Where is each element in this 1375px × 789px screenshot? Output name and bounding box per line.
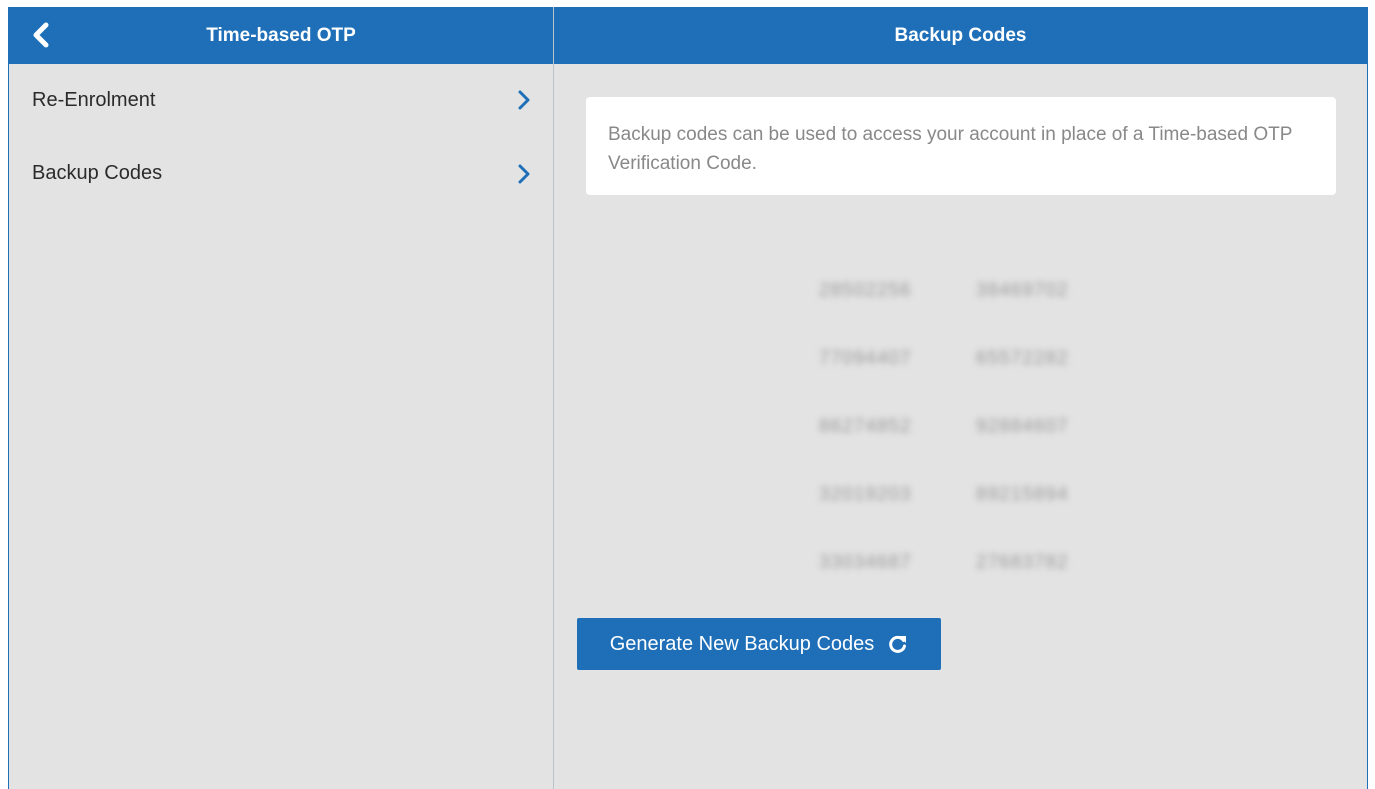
- menu-header: Time-based OTP: [9, 7, 553, 64]
- menu-item-label: Backup Codes: [32, 162, 163, 184]
- info-text: Backup codes can be used to access your …: [608, 124, 1293, 174]
- refresh-icon: [889, 635, 907, 653]
- backup-code: 32019203: [819, 484, 912, 505]
- chevron-right-icon: [518, 90, 530, 110]
- backup-code: 28502256: [819, 280, 912, 301]
- backup-code: 92884607: [976, 416, 1069, 437]
- backup-code: 65572282: [976, 348, 1069, 369]
- menu-title: Time-based OTP: [206, 24, 356, 46]
- backup-codes-pane: Backup Codes Backup codes can be used to…: [554, 7, 1367, 789]
- back-button[interactable]: [26, 20, 56, 50]
- chevron-right-icon: [518, 164, 530, 183]
- backup-code: 33034687: [819, 552, 912, 573]
- page-title: Backup Codes: [894, 24, 1027, 46]
- menu-item-re-enrolment[interactable]: Re-Enrolment: [9, 64, 553, 136]
- backup-code: 38469702: [976, 280, 1069, 301]
- menu-item-label: Re-Enrolment: [32, 88, 156, 111]
- info-card: Backup codes can be used to access your …: [586, 97, 1336, 195]
- settings-menu-pane: Time-based OTP Re-Enrolment Backup Codes: [9, 7, 554, 789]
- backup-code: 89215894: [976, 484, 1069, 505]
- generate-button-label: Generate New Backup Codes: [609, 632, 875, 655]
- content-header: Backup Codes: [554, 7, 1367, 64]
- backup-codes-grid: 28502256 38469702 77094407 65572282 8627…: [819, 257, 1109, 597]
- backup-code: 77094407: [819, 348, 912, 369]
- generate-backup-codes-button[interactable]: Generate New Backup Codes: [577, 618, 941, 670]
- menu-item-backup-codes[interactable]: Backup Codes: [9, 136, 553, 211]
- app-frame: Time-based OTP Re-Enrolment Backup Codes…: [8, 7, 1368, 789]
- backup-code: 86274852: [819, 416, 912, 437]
- backup-code: 27683782: [976, 552, 1069, 573]
- chevron-left-icon: [33, 22, 49, 48]
